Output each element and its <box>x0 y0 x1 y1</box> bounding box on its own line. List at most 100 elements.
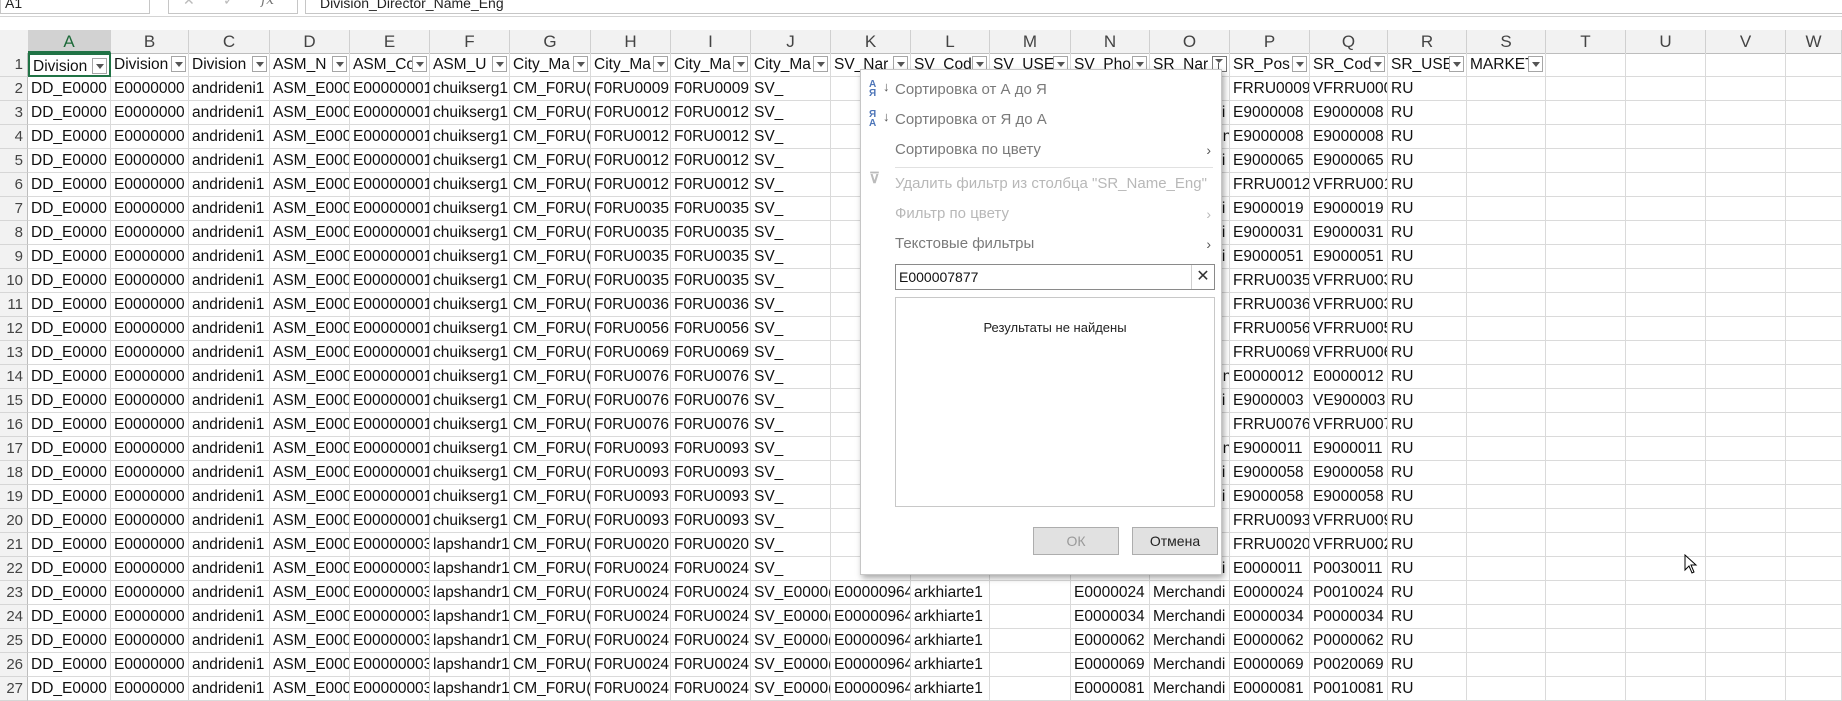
table-cell[interactable]: F0RU0024 <box>591 557 671 581</box>
table-cell[interactable] <box>1626 197 1706 221</box>
table-cell[interactable]: FRRU0056 <box>1230 317 1310 341</box>
table-cell[interactable]: F0RU0024 <box>591 677 671 701</box>
header-cell[interactable]: ASM_Co <box>350 53 430 77</box>
table-cell[interactable] <box>1786 677 1842 701</box>
table-cell[interactable]: F0RU0012M1 <box>671 173 751 197</box>
table-cell[interactable] <box>1786 557 1842 581</box>
table-cell[interactable]: E00000001 <box>350 365 430 389</box>
table-cell[interactable]: F0RU0069M1 <box>671 341 751 365</box>
table-cell[interactable]: andrideni1 <box>189 413 270 437</box>
table-cell[interactable] <box>1467 605 1546 629</box>
table-cell[interactable]: CM_F0RU( <box>510 581 591 605</box>
table-cell[interactable] <box>1786 413 1842 437</box>
table-cell[interactable]: F0RU0024N1 <box>671 605 751 629</box>
table-cell[interactable] <box>1546 101 1626 125</box>
table-cell[interactable]: andrideni1 <box>189 437 270 461</box>
table-cell[interactable]: chuikserg1 <box>430 101 510 125</box>
table-cell[interactable] <box>1546 533 1626 557</box>
column-header-s[interactable]: S <box>1467 30 1546 53</box>
column-header-p[interactable]: P <box>1230 30 1310 53</box>
table-cell[interactable]: ASM_E000 <box>270 293 350 317</box>
table-cell[interactable] <box>1626 293 1706 317</box>
close-icon[interactable]: ✕ <box>1191 265 1214 289</box>
table-cell[interactable]: andrideni1 <box>189 197 270 221</box>
table-cell[interactable] <box>1786 197 1842 221</box>
table-cell[interactable]: ASM_E000 <box>270 101 350 125</box>
table-cell[interactable]: Merchandi <box>1150 629 1230 653</box>
table-cell[interactable]: SV_E0000( <box>751 653 831 677</box>
table-cell[interactable]: E00000003 <box>350 629 430 653</box>
row-header[interactable]: 19 <box>0 485 28 509</box>
table-cell[interactable]: E00000964 <box>831 605 911 629</box>
table-cell[interactable]: andrideni1 <box>189 269 270 293</box>
table-cell[interactable]: SV_ <box>751 509 831 533</box>
table-cell[interactable]: chuikserg1 <box>430 173 510 197</box>
table-cell[interactable] <box>1626 245 1706 269</box>
table-cell[interactable]: E0000000 <box>111 245 189 269</box>
table-cell[interactable] <box>990 605 1071 629</box>
table-cell[interactable] <box>1626 485 1706 509</box>
row-header[interactable]: 22 <box>0 557 28 581</box>
table-cell[interactable] <box>1786 581 1842 605</box>
table-cell[interactable]: RU <box>1388 77 1467 101</box>
row-header[interactable]: 5 <box>0 149 28 173</box>
table-cell[interactable]: E9000058 <box>1310 461 1388 485</box>
table-cell[interactable] <box>1467 629 1546 653</box>
table-cell[interactable]: F0RU0012 <box>591 101 671 125</box>
table-cell[interactable]: CM_F0RU( <box>510 317 591 341</box>
row-header[interactable]: 12 <box>0 317 28 341</box>
table-cell[interactable]: F0RU0012 <box>591 125 671 149</box>
table-cell[interactable]: F0RU0024 <box>591 653 671 677</box>
table-cell[interactable]: E0000000 <box>111 533 189 557</box>
filter-dropdown-icon[interactable] <box>653 56 668 72</box>
table-cell[interactable]: FRRU0035 <box>1230 269 1310 293</box>
table-cell[interactable]: SV_E0000( <box>751 677 831 701</box>
table-cell[interactable]: E00000003 <box>350 605 430 629</box>
column-header-v[interactable]: V <box>1706 30 1786 53</box>
table-cell[interactable]: RU <box>1388 245 1467 269</box>
table-cell[interactable]: RU <box>1388 485 1467 509</box>
table-cell[interactable]: E0000000 <box>111 389 189 413</box>
table-cell[interactable]: E9000031 <box>1230 221 1310 245</box>
menu-item-filter-color[interactable]: Фильтр по цвету › <box>861 200 1221 228</box>
table-cell[interactable]: lapshandr1 <box>430 653 510 677</box>
header-cell[interactable]: Division <box>28 53 111 77</box>
table-cell[interactable]: E00000001 <box>350 341 430 365</box>
table-cell[interactable]: F0RU0076 <box>591 365 671 389</box>
table-cell[interactable]: andrideni1 <box>189 77 270 101</box>
table-cell[interactable]: FRRU0012 <box>1230 173 1310 197</box>
table-cell[interactable] <box>1786 437 1842 461</box>
table-cell[interactable]: E0000000 <box>111 437 189 461</box>
table-cell[interactable] <box>1467 221 1546 245</box>
table-cell[interactable]: SV_ <box>751 365 831 389</box>
table-cell[interactable] <box>1706 605 1786 629</box>
table-cell[interactable]: DD_E0000 <box>28 437 111 461</box>
header-cell[interactable]: City_Ma <box>671 53 751 77</box>
table-cell[interactable] <box>1546 365 1626 389</box>
table-cell[interactable]: E0000000 <box>111 125 189 149</box>
table-cell[interactable]: E00000001 <box>350 413 430 437</box>
row-header[interactable]: 10 <box>0 269 28 293</box>
table-cell[interactable] <box>1706 197 1786 221</box>
table-cell[interactable] <box>1786 509 1842 533</box>
table-cell[interactable]: E9000031 <box>1310 221 1388 245</box>
table-cell[interactable]: E0000000 <box>111 341 189 365</box>
header-cell[interactable]: ASM_N <box>270 53 350 77</box>
table-cell[interactable]: ASM_E000 <box>270 557 350 581</box>
table-cell[interactable]: F0RU0035M1 <box>671 245 751 269</box>
table-cell[interactable]: chuikserg1 <box>430 197 510 221</box>
table-cell[interactable]: chuikserg1 <box>430 269 510 293</box>
table-cell[interactable]: E00000001 <box>350 149 430 173</box>
table-cell[interactable]: SV_ <box>751 173 831 197</box>
table-cell[interactable]: ASM_E000 <box>270 149 350 173</box>
table-cell[interactable]: F0RU0024N1 <box>671 629 751 653</box>
table-cell[interactable]: CM_F0RU( <box>510 245 591 269</box>
table-cell[interactable]: P0010081 <box>1310 677 1388 701</box>
table-cell[interactable] <box>1467 341 1546 365</box>
table-cell[interactable] <box>1706 461 1786 485</box>
table-cell[interactable]: RU <box>1388 533 1467 557</box>
table-cell[interactable]: F0RU0076M1 <box>671 413 751 437</box>
table-cell[interactable]: RU <box>1388 365 1467 389</box>
table-cell[interactable]: E0000062 <box>1071 629 1150 653</box>
table-cell[interactable]: E00000001 <box>350 461 430 485</box>
